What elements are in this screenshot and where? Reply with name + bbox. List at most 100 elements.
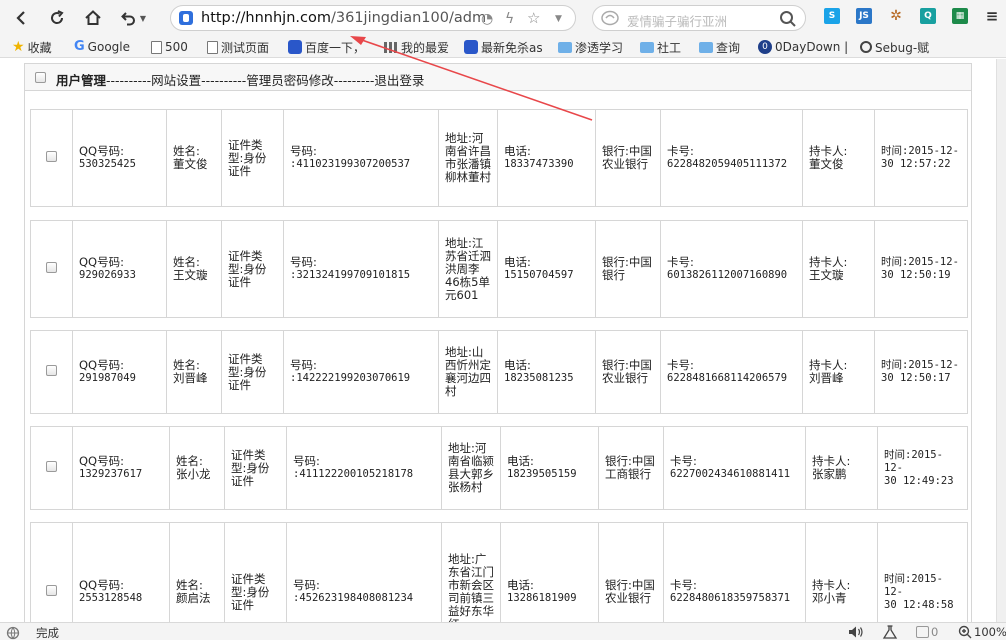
refresh-button[interactable] xyxy=(44,5,70,31)
search-box[interactable]: 爱情骗子骗行亚洲 xyxy=(592,5,806,31)
bank-value: 银行:中国工商银行 xyxy=(605,454,655,481)
id-number-cell: 号码::411023199307200537 xyxy=(283,109,439,207)
bank-cell: 银行:中国工商银行 xyxy=(598,426,664,510)
url-host: http://hnnhjn.com xyxy=(201,10,331,26)
card-cell: 卡号: 6227002434610881411 xyxy=(663,426,806,510)
name-value: 刘晋峰 xyxy=(173,371,208,385)
record-table: QQ号码: 291987049 姓名: 刘晋峰 证件类型:身份证件 号码::1422… xyxy=(30,330,968,414)
search-icon[interactable] xyxy=(779,10,797,28)
bookmark-item[interactable]: ★ 收藏 xyxy=(12,39,52,55)
bookmark-item[interactable]: Sebug-赋 xyxy=(860,39,929,55)
menu-user-management[interactable]: 用户管理 xyxy=(56,73,106,88)
time-label: 时间:2015-12- xyxy=(881,145,959,157)
speaker-icon[interactable] xyxy=(848,625,864,639)
id-number-value: :411023199307200537 xyxy=(290,158,411,170)
table-row: QQ号码: 929026933 姓名: 王文璇 证件类型:身份证件 号码::3213… xyxy=(30,220,968,318)
row-checkbox[interactable] xyxy=(46,365,57,376)
qq-value: 1329237617 xyxy=(79,468,143,480)
card-value: 6228481668114206579 xyxy=(667,372,788,384)
holder-cell: 持卡人: 王文璇 xyxy=(802,220,875,318)
grid-icon xyxy=(384,41,398,53)
row-checkbox[interactable] xyxy=(46,461,57,472)
phone-value: 18239505159 xyxy=(507,468,577,480)
lightning-icon[interactable]: ϟ xyxy=(505,11,514,27)
undo-button[interactable]: ▼ xyxy=(114,5,152,31)
flask-icon[interactable] xyxy=(882,625,898,639)
name-value: 董文俊 xyxy=(173,157,208,171)
bookmark-item[interactable]: 社工 xyxy=(640,39,681,55)
chevron-down-icon[interactable]: ▼ xyxy=(555,14,562,24)
back-button[interactable] xyxy=(8,5,34,31)
bookmark-label: Google xyxy=(87,40,130,54)
card-label: 卡号: xyxy=(667,358,694,372)
time-value: 30 12:57:22 xyxy=(881,158,951,170)
speed-dial-icon[interactable]: ◔ xyxy=(481,11,493,27)
menu-icon[interactable]: ≡ xyxy=(984,7,1000,25)
id-number-label: 号码: xyxy=(293,454,320,468)
vertical-scrollbar[interactable] xyxy=(996,59,1006,622)
time-label: 时间:2015-12- xyxy=(881,359,959,371)
menu-admin-password[interactable]: 管理员密码修改 xyxy=(246,73,334,88)
address-value: 地址:江苏省迁泗洪周李46栋5单元601 xyxy=(445,235,491,302)
bookmark-item[interactable]: 百度一下， xyxy=(288,39,365,55)
url-text: http://hnnhjn.com/361jingdian100/adm xyxy=(201,10,486,26)
bookmark-item[interactable]: G Google xyxy=(74,39,130,55)
name-cell: 姓名: 刘晋峰 xyxy=(166,330,222,414)
menu-logout[interactable]: 退出登录 xyxy=(374,73,424,88)
search-extension-icon[interactable]: Q xyxy=(920,8,936,24)
page-icon xyxy=(207,40,218,54)
time-label: 时间:2015-12- xyxy=(884,572,943,598)
browser-toolbar: ▼ http://hnnhjn.com/361jingdian100/adm ◔… xyxy=(0,0,1006,36)
address-value: 地址:山西忻州定襄河边四村 xyxy=(445,345,491,398)
address-bar[interactable]: http://hnnhjn.com/361jingdian100/adm ◔ ϟ… xyxy=(170,5,576,31)
row-checkbox[interactable] xyxy=(46,585,57,596)
grid-extension-icon[interactable]: ▦ xyxy=(952,8,968,24)
id-type-cell: 证件类型:身份证件 xyxy=(221,330,284,414)
menu-separator: ---------- xyxy=(106,73,152,88)
phone-value: 13286181909 xyxy=(507,592,577,604)
name-cell: 姓名: 王文璇 xyxy=(166,220,222,318)
record-table: QQ号码: 1329237617 姓名: 张小龙 证件类型:身份证件 号码::411… xyxy=(30,426,968,510)
name-value: 王文璇 xyxy=(173,268,208,282)
bookmark-item[interactable]: 查询 xyxy=(699,39,740,55)
bank-value: 银行:中国银行 xyxy=(602,255,652,282)
bookmark-item[interactable]: 我的最爱 xyxy=(384,39,449,55)
qq-value: 929026933 xyxy=(79,269,136,281)
menu-site-settings[interactable]: 网站设置 xyxy=(151,73,201,88)
qq-cell: QQ号码: 291987049 xyxy=(72,330,167,414)
holder-cell: 持卡人: 张家鹏 xyxy=(805,426,878,510)
zoom-control[interactable]: 100% xyxy=(958,625,1006,639)
js-extension-icon[interactable]: JS xyxy=(856,8,872,24)
name-cell: 姓名: 张小龙 xyxy=(169,426,225,510)
holder-value: 张家鹏 xyxy=(812,467,847,481)
select-all-checkbox[interactable] xyxy=(35,72,46,83)
bug-extension-icon[interactable]: ✲ xyxy=(888,8,904,24)
row-checkbox[interactable] xyxy=(46,262,57,273)
star-bookmark-icon[interactable]: ☆ xyxy=(527,9,540,27)
table-row: QQ号码: 1329237617 姓名: 张小龙 证件类型:身份证件 号码::411… xyxy=(30,426,968,510)
holder-cell: 持卡人: 刘晋峰 xyxy=(802,330,875,414)
home-icon xyxy=(85,10,101,25)
bookmark-item[interactable]: 测试页面 xyxy=(207,39,269,55)
star-icon: ★ xyxy=(12,39,25,55)
admin-menu-bar: 用户管理----------网站设置----------管理员密码修改-----… xyxy=(24,63,972,91)
time-cell: 时间:2015-12- 30 12:49:23 xyxy=(877,426,968,510)
phone-value: 15150704597 xyxy=(504,269,574,281)
blocked-count[interactable]: 0 xyxy=(916,625,938,639)
home-button[interactable] xyxy=(80,5,106,31)
search-input[interactable]: 爱情骗子骗行亚洲 xyxy=(627,11,727,30)
shield-icon xyxy=(179,11,193,25)
qq-label: QQ号码: xyxy=(79,255,124,269)
id-number-value: :142222199203070619 xyxy=(290,372,411,384)
qq-label: QQ号码: xyxy=(79,578,124,592)
bookmark-item[interactable]: 0 0DayDown | xyxy=(758,39,848,55)
bookmark-item[interactable]: 渗透学习 xyxy=(558,39,623,55)
translate-extension-icon[interactable]: S xyxy=(824,8,840,24)
card-value: 6228482059405111372 xyxy=(667,158,788,170)
bookmark-item[interactable]: 最新免杀as xyxy=(464,39,543,55)
zero-day-icon: 0 xyxy=(758,40,772,54)
row-checkbox[interactable] xyxy=(46,151,57,162)
phone-label: 电话: xyxy=(504,144,531,158)
qq-value: 2553128548 xyxy=(79,592,143,604)
bookmark-item[interactable]: 500 xyxy=(151,39,188,55)
